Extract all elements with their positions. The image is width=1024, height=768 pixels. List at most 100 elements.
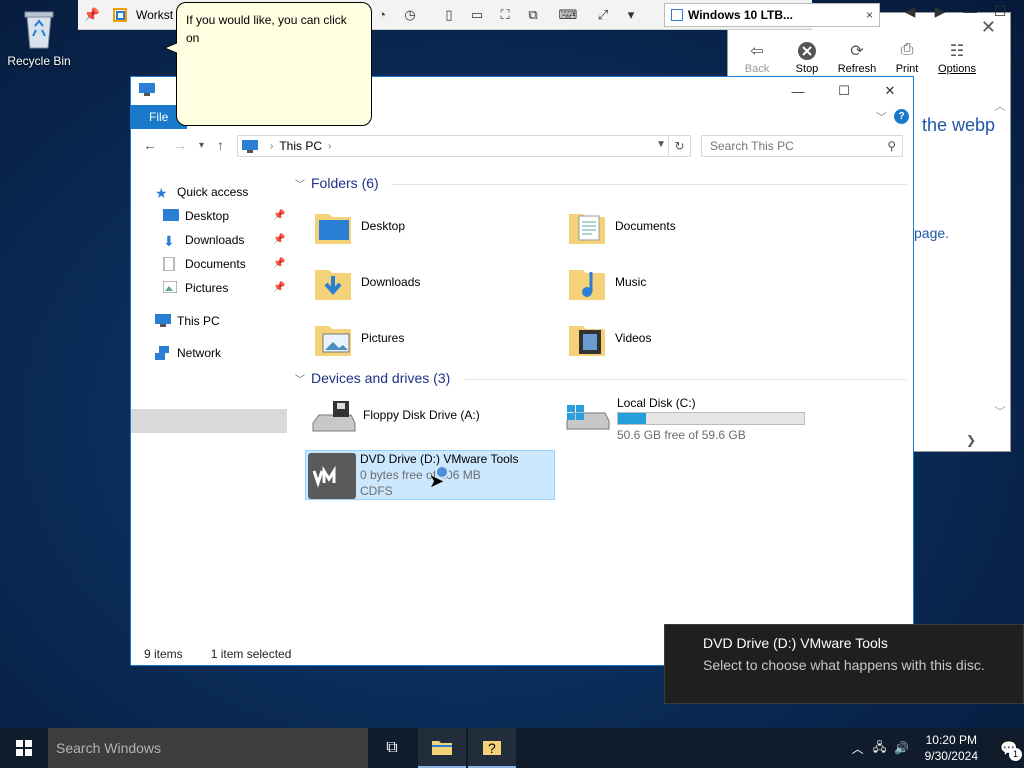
nav-quick-access[interactable]: ★ Quick access	[155, 181, 248, 203]
recycle-bin-label: Recycle Bin	[7, 54, 71, 68]
tab-next-icon[interactable]: ▶	[932, 3, 948, 20]
help-link-2[interactable]: page.	[914, 225, 949, 241]
recycle-bin-desktop-icon[interactable]: Recycle Bin	[4, 6, 74, 68]
back-arrow-icon: ⇦	[750, 43, 764, 60]
clock[interactable]: 10:20 PM 9/30/2024	[925, 732, 978, 764]
nav-downloads[interactable]: ⬇ Downloads	[163, 229, 244, 251]
volume-icon[interactable]: 🔊	[891, 741, 913, 755]
videos-folder-icon	[567, 318, 607, 358]
nav-this-pc[interactable]: This PC	[155, 310, 220, 332]
drive-name: Floppy Disk Drive (A:)	[363, 408, 480, 422]
drive-local-c[interactable]: Local Disk (C:) 50.6 GB free of 59.6 GB	[563, 395, 843, 445]
vm-tab-icon	[671, 9, 683, 21]
status-bar: 9 items 1 item selected	[144, 647, 291, 661]
help-close-icon[interactable]: ✕	[981, 17, 996, 38]
network-icon	[155, 346, 171, 360]
folder-music[interactable]: Music	[567, 257, 807, 307]
minimize-icon[interactable]: —	[775, 77, 821, 105]
disk-usage-bar	[617, 412, 805, 425]
forward-icon[interactable]: →	[173, 137, 187, 153]
star-icon: ★	[155, 185, 168, 201]
stretch-icon[interactable]: ⤢	[592, 4, 614, 26]
search-input[interactable]: Search This PC ⚲	[701, 135, 903, 157]
notification-body: Select to choose what happens with this …	[703, 657, 985, 673]
help-icon[interactable]: ?	[894, 109, 909, 124]
address-bar[interactable]: › This PC › ▼ ↻	[237, 135, 691, 157]
folder-desktop[interactable]: Desktop	[313, 201, 553, 251]
nav-documents[interactable]: Documents	[163, 253, 246, 275]
scroll-down-icon[interactable]: ﹀	[994, 403, 1006, 420]
breadcrumb-this-pc[interactable]: This PC	[279, 139, 322, 153]
explorer-window-controls: — ☐ ✕	[775, 77, 913, 105]
recent-locations-icon[interactable]: ▾	[199, 140, 204, 151]
drives-group-header[interactable]: ﹀ Devices and drives (3)	[295, 370, 450, 386]
console-icon[interactable]: ⌨	[557, 4, 579, 26]
fullscreen-icon[interactable]: ⛶	[494, 4, 516, 26]
breadcrumb-separator-icon[interactable]: ›	[270, 141, 273, 152]
collapse-chevron-icon[interactable]: ﹀	[295, 176, 305, 191]
print-icon: ⎙	[900, 41, 914, 58]
help-link[interactable]: the webp	[922, 115, 995, 136]
vm-tab[interactable]: Windows 10 LTB... ×	[664, 3, 880, 27]
view-sidebar-icon[interactable]: ▯	[438, 4, 460, 26]
tab-prev-icon[interactable]: ◀	[902, 3, 918, 20]
task-view-icon[interactable]: ⧉	[368, 728, 416, 768]
file-explorer-taskbar-icon[interactable]	[418, 728, 466, 768]
windows-logo-icon	[16, 740, 32, 756]
floppy-drive-icon	[309, 397, 357, 439]
help-app-taskbar-icon[interactable]: ?	[468, 728, 516, 768]
folders-group-header[interactable]: ﹀ Folders (6)	[295, 175, 379, 191]
close-icon[interactable]: ✕	[867, 77, 913, 105]
nav-selection-highlight	[131, 409, 287, 433]
taskbar: Search Windows ⧉ ? ︿ 🖧 🔊 10:20 PM 9/30/2…	[0, 728, 1024, 768]
status-selected-count: 1 item selected	[210, 647, 292, 661]
back-icon[interactable]: ←	[143, 137, 157, 153]
breadcrumb-separator-icon[interactable]: ›	[328, 141, 331, 152]
up-icon[interactable]: ↑	[217, 137, 224, 153]
unity-icon[interactable]: ⧉	[522, 4, 544, 26]
clock-time: 10:20 PM	[925, 733, 977, 747]
nav-desktop[interactable]: Desktop	[163, 205, 229, 227]
vmware-tools-disc-icon	[308, 453, 356, 499]
start-button[interactable]	[0, 728, 48, 768]
autoplay-notification[interactable]: DVD Drive (D:) VMware Tools Select to ch…	[664, 624, 1024, 704]
pin-icon[interactable]: 📌	[81, 4, 103, 26]
view-thumbnail-icon[interactable]: ▭	[466, 4, 488, 26]
refresh-icon[interactable]: ↻	[668, 136, 690, 156]
maximize-icon[interactable]: ☐	[821, 77, 867, 105]
folder-pictures[interactable]: Pictures	[313, 313, 553, 363]
scroll-right-icon[interactable]: ❯	[966, 433, 976, 447]
address-dropdown-icon[interactable]: ▼	[656, 139, 666, 150]
taskbar-search-input[interactable]: Search Windows	[48, 728, 368, 768]
folder-videos[interactable]: Videos	[567, 313, 807, 363]
folder-downloads[interactable]: Downloads	[313, 257, 553, 307]
help-options-button[interactable]: ☷ Options	[934, 41, 980, 75]
network-tray-icon[interactable]: 🖧	[869, 738, 891, 759]
notification-title: DVD Drive (D:) VMware Tools	[703, 635, 888, 651]
group-divider	[391, 184, 907, 185]
show-hidden-icons-icon[interactable]: ︿	[847, 740, 869, 757]
help-stop-button[interactable]: Stop	[784, 41, 830, 75]
help-print-button[interactable]: ⎙ Print	[884, 41, 930, 75]
collapse-chevron-icon[interactable]: ﹀	[295, 371, 305, 386]
drive-floppy-a[interactable]: Floppy Disk Drive (A:)	[309, 397, 549, 447]
action-center-icon[interactable]: 💬 1	[994, 740, 1024, 761]
folder-documents[interactable]: Documents	[567, 201, 807, 251]
scroll-up-icon[interactable]: ︿	[994, 97, 1006, 114]
vm-maximize-icon[interactable]: ☐	[992, 3, 1008, 20]
nav-network[interactable]: Network	[155, 342, 221, 364]
revert-icon[interactable]: ◷	[399, 4, 421, 26]
ribbon-expand-icon[interactable]: ﹀	[876, 109, 887, 125]
pictures-icon	[162, 280, 179, 295]
desktop-folder-icon	[313, 206, 353, 246]
stretch-dropdown-icon[interactable]: ▾	[620, 4, 642, 26]
nav-pictures[interactable]: Pictures	[162, 277, 228, 299]
help-refresh-button[interactable]: ⟳ Refresh	[834, 41, 880, 75]
help-back-button[interactable]: ⇦ Back	[734, 41, 780, 75]
snapshot-icon[interactable]: ◔	[371, 4, 393, 26]
content-pane: ﹀ Folders (6) Desktop Documents Download…	[289, 169, 911, 639]
vm-minimize-icon[interactable]: —	[962, 3, 978, 20]
pin-icon: 📌	[273, 258, 286, 269]
music-folder-icon	[567, 262, 607, 302]
vm-tab-close-icon[interactable]: ×	[866, 8, 873, 22]
